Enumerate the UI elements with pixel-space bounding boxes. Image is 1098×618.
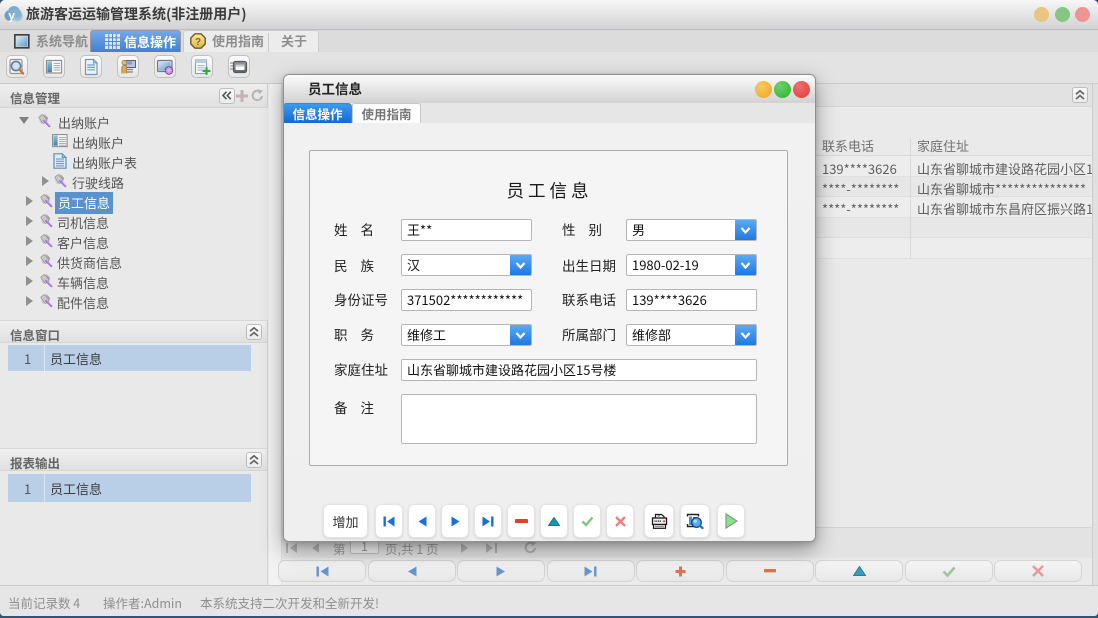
- svg-text:y: y: [8, 9, 15, 23]
- svg-text:?: ?: [195, 37, 201, 48]
